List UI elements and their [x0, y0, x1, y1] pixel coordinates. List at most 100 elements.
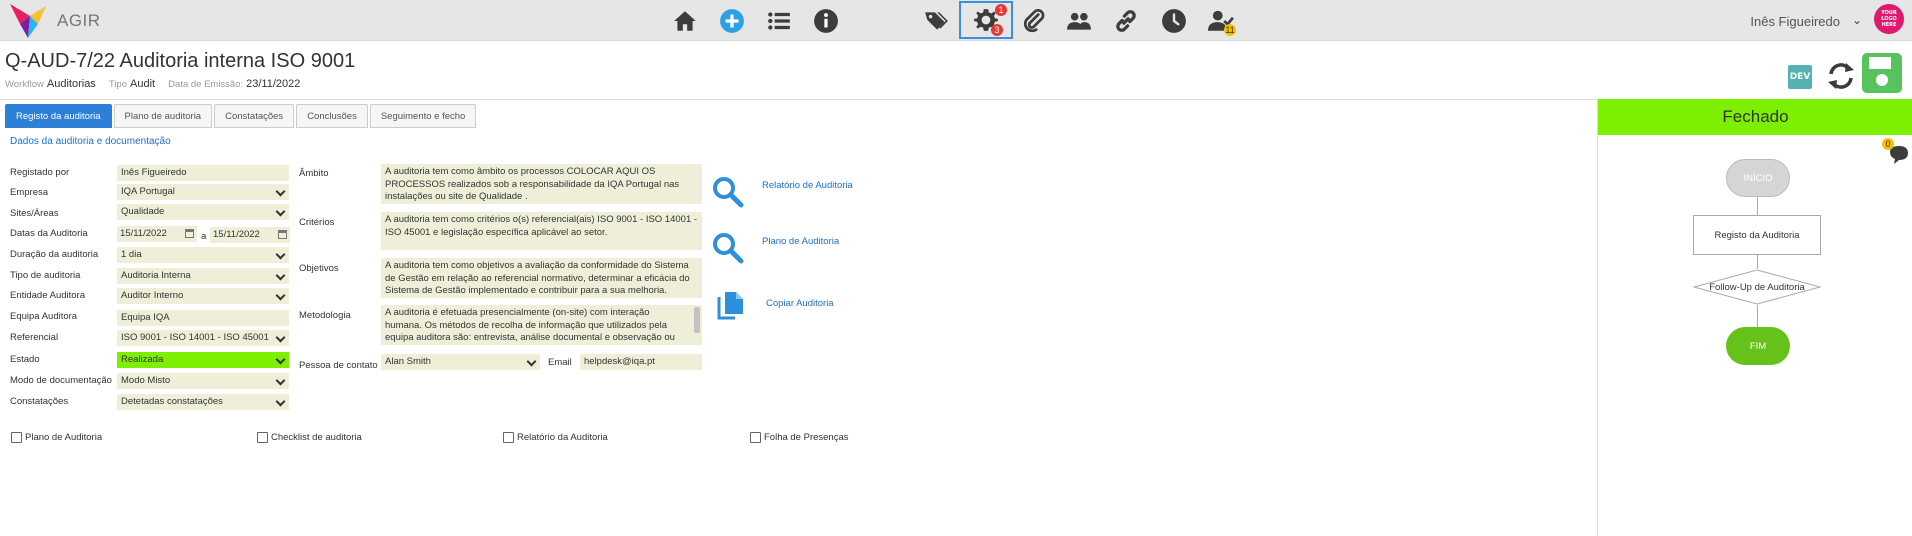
constatacoes-select[interactable]: Detetadas constatações	[117, 394, 289, 410]
date-to-input[interactable]: 15/11/2022	[210, 227, 290, 243]
settings-icon[interactable]: 1 3	[959, 1, 1013, 39]
add-icon[interactable]	[717, 6, 747, 36]
checkbox-box[interactable]	[503, 432, 514, 443]
relatorio-link[interactable]: Relatório de Auditoria	[762, 180, 853, 191]
tipo-auditoria-label: Tipo de auditoria	[10, 270, 81, 281]
checkbox-relatorio[interactable]: Relatório da Auditoria	[503, 432, 608, 443]
avatar[interactable]: YOUR LOGO HERE	[1874, 4, 1904, 34]
workflow-end-node[interactable]: FIM	[1726, 327, 1790, 365]
equipa-field[interactable]: Equipa IQA	[117, 310, 289, 326]
checkbox-presencas[interactable]: Folha de Presenças	[750, 432, 849, 443]
brand-name: AGIR	[57, 11, 101, 30]
metodologia-text: A auditoria é efetuada presencialmente (…	[385, 307, 675, 343]
tipo-auditoria-select[interactable]: Auditoria Interna	[117, 268, 289, 284]
tab-constatacoes[interactable]: Constatações	[214, 104, 295, 128]
tab-seguimento[interactable]: Seguimento e fecho	[369, 104, 477, 128]
registado-por-label: Registado por	[10, 167, 70, 178]
criterios-textarea[interactable]: A auditoria tem como critérios o(s) refe…	[381, 212, 702, 250]
date-from-input[interactable]: 15/11/2022	[117, 226, 197, 242]
datas-label: Datas da Auditoria	[10, 228, 88, 239]
checkbox-box[interactable]	[257, 432, 268, 443]
estado-label: Estado	[10, 354, 40, 365]
sites-select[interactable]: Qualidade	[117, 204, 289, 220]
list-icon[interactable]	[764, 6, 794, 36]
empresa-select[interactable]: IQA Portugal	[117, 184, 289, 200]
settings-badge-bottom: 3	[991, 24, 1003, 36]
checkbox-checklist[interactable]: Checklist de auditoria	[257, 432, 362, 443]
search-icon[interactable]	[712, 176, 744, 208]
home-icon[interactable]	[670, 6, 700, 36]
date-from-value: 15/11/2022	[120, 228, 167, 239]
dev-button[interactable]: DEV	[1788, 65, 1812, 89]
modo-label: Modo de documentação	[10, 375, 112, 386]
chevron-down-icon[interactable]: ⌄	[1852, 13, 1862, 27]
estado-select[interactable]: Realizada	[117, 352, 289, 368]
workflow-connector	[1757, 197, 1758, 215]
workflow-step-followup[interactable]: Follow-Up de Auditoria	[1693, 269, 1821, 305]
clock-icon[interactable]	[1159, 6, 1189, 36]
checkbox-label: Folha de Presenças	[764, 432, 849, 443]
metodologia-label: Metodologia	[299, 310, 351, 321]
tipo-label: Tipo	[108, 79, 128, 90]
link-icon[interactable]	[1111, 6, 1141, 36]
objetivos-label: Objetivos	[299, 263, 339, 274]
status-banner: Fechado	[1598, 99, 1912, 135]
workflow-label: Workflow	[5, 79, 44, 90]
workflow-connector	[1757, 305, 1758, 327]
entidade-label: Entidade Auditora	[10, 290, 86, 301]
calendar-icon[interactable]	[278, 230, 287, 239]
constatacoes-label: Constatações	[10, 396, 69, 407]
tab-plano[interactable]: Plano de auditoria	[113, 104, 213, 128]
date-separator: a	[201, 231, 207, 242]
metodologia-textarea[interactable]: A auditoria é efetuada presencialmente (…	[381, 305, 702, 345]
checkbox-box[interactable]	[11, 432, 22, 443]
user-tasks-icon[interactable]: 11	[1206, 6, 1236, 36]
section-link[interactable]: Dados da auditoria e documentação	[10, 136, 171, 147]
plano-link[interactable]: Plano de Auditoria	[762, 236, 839, 247]
workflow-step-followup-label: Follow-Up de Auditoria	[1709, 281, 1805, 293]
workflow-value: Auditorias	[46, 78, 96, 90]
copiar-link[interactable]: Copiar Auditoria	[766, 298, 834, 309]
referencial-select[interactable]: ISO 9001 - ISO 14001 - ISO 45001	[117, 330, 289, 346]
entidade-select[interactable]: Auditor Interno	[117, 288, 289, 304]
checkbox-label: Checklist de auditoria	[271, 432, 362, 443]
metodologia-scrollbar[interactable]	[694, 307, 700, 333]
tab-registo[interactable]: Registo da auditoria	[5, 104, 112, 128]
contacto-select[interactable]: Alan Smith	[381, 354, 540, 370]
workflow-connector	[1757, 255, 1758, 269]
search-icon[interactable]	[712, 232, 744, 264]
tab-conclusoes[interactable]: Conclusões	[296, 104, 368, 128]
comment-count-badge: 0	[1882, 138, 1894, 150]
date-to-value: 15/11/2022	[213, 229, 260, 240]
checkbox-label: Plano de Auditoria	[25, 432, 103, 443]
ambito-textarea[interactable]: A auditoria tem como âmbito os processos…	[381, 164, 702, 204]
checkbox-plano[interactable]: Plano de Auditoria	[11, 432, 102, 443]
comment-icon[interactable]: 0	[1882, 138, 1912, 168]
users-icon[interactable]	[1064, 6, 1094, 36]
workflow-step-registo[interactable]: Registo da Auditoria	[1693, 215, 1821, 255]
checkbox-box[interactable]	[750, 432, 761, 443]
tags-icon[interactable]	[921, 6, 951, 36]
save-icon[interactable]	[1862, 53, 1902, 93]
workflow-panel: Fechado 0 INÍCIO Registo da Auditoria Fo…	[1597, 99, 1912, 536]
copy-icon[interactable]	[716, 290, 748, 322]
info-icon[interactable]	[811, 6, 841, 36]
duracao-select[interactable]: 1 dia	[117, 247, 289, 263]
paperclip-icon[interactable]	[1019, 6, 1049, 36]
user-name[interactable]: Inês Figueiredo	[1750, 14, 1840, 29]
registado-por-field: Inês Figueiredo	[117, 165, 289, 181]
referencial-label: Referencial	[10, 332, 59, 343]
tasks-badge: 11	[1224, 24, 1236, 36]
settings-badge-top: 1	[995, 4, 1007, 16]
calendar-icon[interactable]	[185, 229, 194, 238]
workflow-start-node[interactable]: INÍCIO	[1726, 159, 1790, 197]
data-emissao-label: Data de Emissão:	[168, 79, 244, 90]
modo-select[interactable]: Modo Misto	[117, 373, 289, 389]
checkbox-label: Relatório da Auditoria	[517, 432, 608, 443]
agir-logo[interactable]	[8, 2, 48, 40]
criterios-label: Critérios	[299, 217, 335, 228]
tab-bar: Registo da auditoria Plano de auditoria …	[5, 104, 477, 128]
objetivos-textarea[interactable]: A auditoria tem como objetivos a avaliaç…	[381, 258, 702, 298]
email-field[interactable]: helpdesk@iqa.pt	[580, 354, 702, 370]
refresh-icon[interactable]	[1826, 60, 1856, 92]
